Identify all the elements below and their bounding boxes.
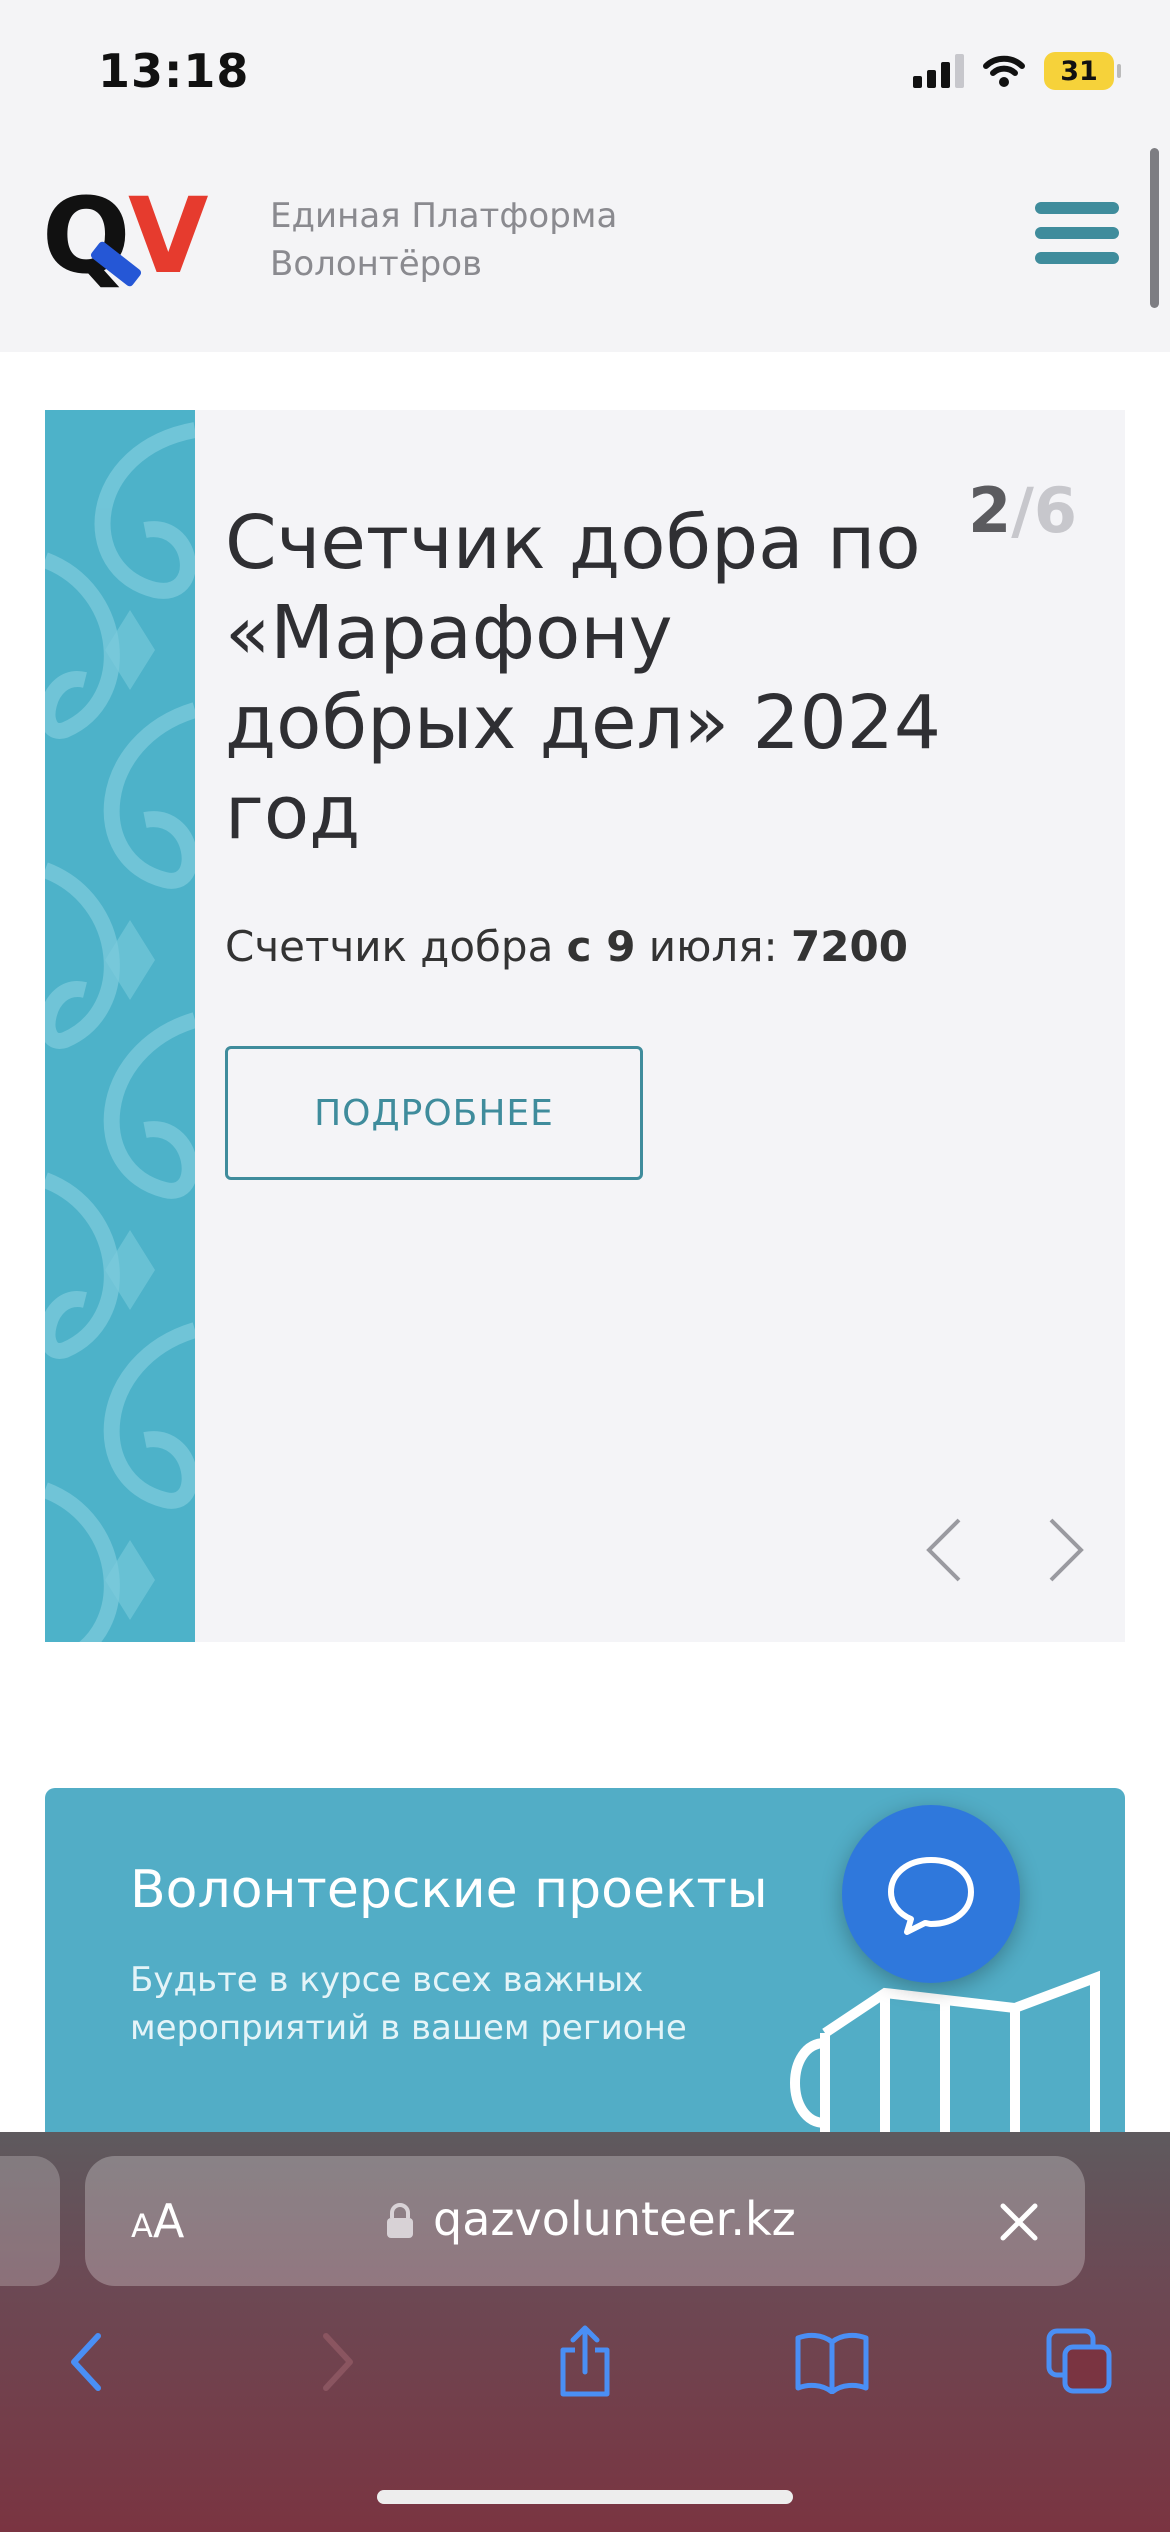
site-header: Q V Единая Платформа Волонтёров (0, 140, 1170, 352)
tabs-icon (1046, 2328, 1112, 2394)
home-indicator (377, 2490, 793, 2504)
forward-icon (323, 2333, 353, 2391)
hero-carousel: 2/6 Счетчик добра по «Марафону добрых де… (45, 410, 1125, 1642)
bookmarks-icon (795, 2332, 869, 2394)
cellular-signal-icon (913, 54, 964, 88)
wifi-icon (983, 55, 1025, 87)
page-scrollbar[interactable] (1150, 148, 1159, 308)
chevron-left-icon[interactable] (915, 1510, 975, 1590)
back-button[interactable] (46, 2322, 126, 2402)
share-button[interactable] (545, 2322, 625, 2402)
bookmarks-button[interactable] (792, 2322, 872, 2402)
status-time: 13:18 (98, 44, 250, 98)
back-icon (71, 2333, 101, 2391)
reader-mode-button[interactable]: AA (131, 2194, 184, 2248)
chat-bubble-icon (888, 1857, 974, 1935)
subtitle-date: с 9 (566, 922, 636, 971)
address-bar[interactable]: AA qazvolunteer.kz (85, 2156, 1085, 2286)
browser-toolbar (0, 2300, 1170, 2420)
ornament-pattern (45, 422, 195, 1642)
hero-subtitle: Счетчик добра с 9 июля: 7200 (225, 922, 908, 971)
forward-button[interactable] (298, 2322, 378, 2402)
slide-total: 6 (1033, 474, 1077, 547)
slide-current: 2 (968, 474, 1012, 547)
slide-separator: / (1011, 474, 1034, 547)
subtitle-count: 7200 (791, 922, 908, 971)
projects-description: Будьте в курсе всех важных мероприятий в… (130, 1960, 687, 2048)
slide-counter: 2/6 (968, 474, 1077, 547)
previous-tab-stub[interactable] (0, 2156, 60, 2286)
status-icons: 31 (913, 52, 1121, 90)
chat-button[interactable] (842, 1805, 1020, 1983)
menu-icon[interactable] (1035, 202, 1119, 264)
projects-title: Волонтерские проекты (130, 1860, 768, 1920)
details-button[interactable]: ПОДРОБНЕЕ (225, 1046, 643, 1180)
site-logo[interactable]: Q V (42, 184, 212, 290)
battery-indicator: 31 (1044, 52, 1121, 90)
lock-icon (387, 2203, 413, 2238)
site-tagline: Единая Платформа Волонтёров (270, 192, 617, 288)
tagline-line-2: Волонтёров (270, 244, 483, 284)
tagline-line-1: Единая Платформа (270, 196, 618, 236)
browser-bar: AA qazvolunteer.kz (0, 2132, 1170, 2532)
subtitle-middle: июля: (635, 922, 792, 971)
subtitle-prefix: Счетчик добра (225, 922, 567, 971)
url-text[interactable]: qazvolunteer.kz (433, 2192, 796, 2246)
logo-letter-v: V (128, 175, 209, 297)
chevron-right-icon[interactable] (1035, 1510, 1095, 1590)
hero-title: Счетчик добра по «Марафону добрых дел» 2… (225, 500, 941, 856)
status-bar: 13:18 31 (0, 0, 1170, 140)
ornament-strip (45, 410, 195, 1642)
close-icon[interactable] (997, 2200, 1041, 2244)
tabs-button[interactable] (1040, 2322, 1120, 2402)
share-icon (560, 2325, 610, 2397)
